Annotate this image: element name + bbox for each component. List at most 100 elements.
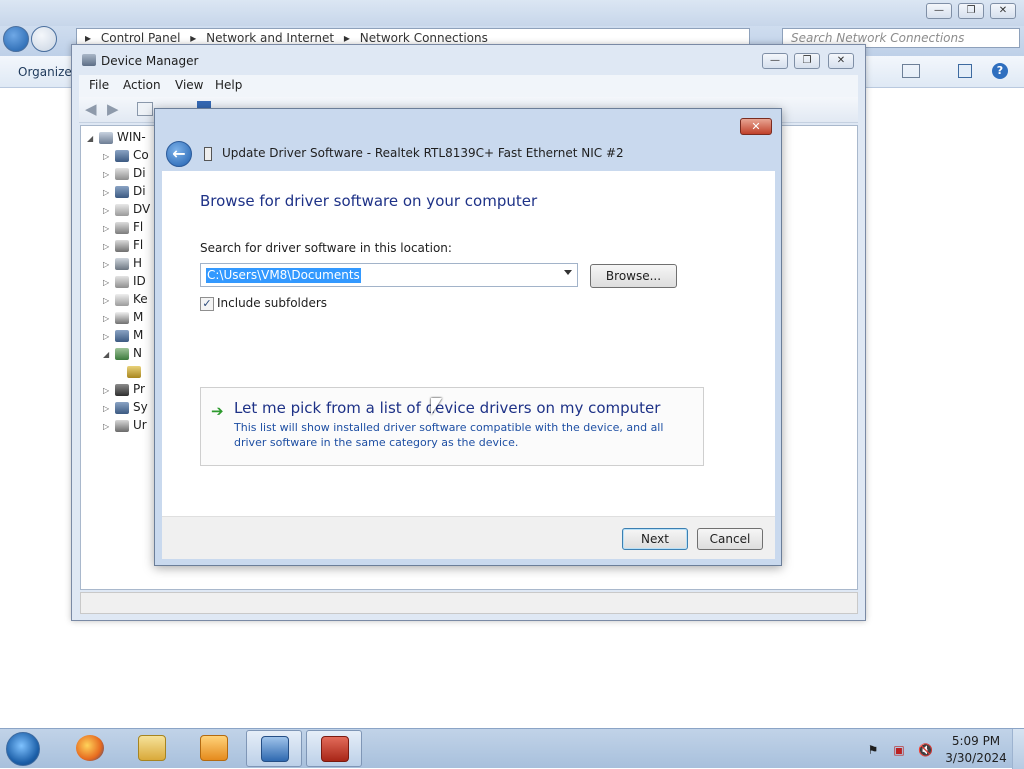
tree-root-label: WIN- — [117, 130, 146, 144]
preview-pane-icon[interactable] — [958, 64, 972, 78]
taskbar-device-manager[interactable] — [306, 730, 362, 767]
tree-item-label: Sy — [133, 400, 148, 414]
toolbar-back-icon[interactable]: ◀ — [85, 100, 97, 118]
device-manager-status-bar — [80, 592, 858, 614]
tree-item-label: ID — [133, 274, 146, 288]
tree-item-label: Di — [133, 166, 146, 180]
expand-icon[interactable]: ▷ — [103, 418, 113, 436]
collapse-icon[interactable]: ◢ — [87, 130, 97, 148]
floppy-controller-icon — [115, 239, 129, 252]
dvd-drive-icon — [115, 203, 129, 216]
action-center-flag-icon[interactable]: ⚑ — [866, 743, 880, 757]
tree-item[interactable]: ▷ DV — [103, 200, 150, 218]
dialog-body: Browse for driver software on your compu… — [162, 171, 775, 517]
tree-item[interactable]: ▷ Ur — [103, 416, 147, 434]
menu-action[interactable]: Action — [123, 78, 161, 92]
pick-from-list-command-link[interactable]: ➔ Let me pick from a list of device driv… — [200, 387, 704, 466]
tree-item[interactable]: ▷ ID — [103, 272, 146, 290]
tree-item[interactable]: ◢ N — [103, 344, 142, 362]
breadcrumb-network-and-internet[interactable]: Network and Internet — [206, 31, 334, 45]
menu-file[interactable]: File — [89, 78, 109, 92]
dm-maximize-button[interactable]: ❐ — [794, 53, 820, 69]
taskbar-explorer[interactable] — [124, 730, 180, 767]
toolbar-forward-icon[interactable]: ▶ — [107, 100, 119, 118]
show-desktop-button[interactable] — [1012, 729, 1024, 769]
next-button[interactable]: Next — [622, 528, 688, 550]
explorer-forward-button[interactable] — [31, 26, 57, 52]
dm-close-button[interactable]: ✕ — [828, 53, 854, 69]
taskbar-media-player[interactable] — [186, 730, 242, 767]
clock-date[interactable]: 3/30/2024 — [944, 751, 1008, 765]
help-icon[interactable]: ? — [992, 63, 1008, 79]
menu-view[interactable]: View — [175, 78, 203, 92]
tree-item[interactable]: ▷ Co — [103, 146, 149, 164]
explorer-minimize-button[interactable]: — — [926, 3, 952, 19]
notification-area: ⚑ ▣ 🔇 — [862, 734, 942, 764]
ide-controller-icon — [115, 275, 129, 288]
network-disconnected-icon[interactable]: ▣ — [892, 743, 906, 757]
start-button[interactable] — [6, 732, 40, 766]
tree-item-label: N — [133, 346, 142, 360]
dialog-title: Update Driver Software - Realtek RTL8139… — [222, 146, 624, 160]
dialog-close-button[interactable]: ✕ — [740, 118, 772, 135]
tree-item[interactable]: ▷ Di — [103, 182, 146, 200]
tree-item-label: Pr — [133, 382, 145, 396]
hid-icon — [115, 257, 129, 270]
floppy-icon — [115, 221, 129, 234]
device-manager-app-icon — [82, 54, 96, 66]
breadcrumb-control-panel[interactable]: Control Panel — [101, 31, 181, 45]
tree-item[interactable]: ▷ Di — [103, 164, 146, 182]
taskbar-network-connections[interactable] — [246, 730, 302, 767]
tree-item[interactable]: ▷ Fl — [103, 236, 143, 254]
monitor-icon — [115, 329, 129, 342]
network-adapter-icon — [115, 347, 129, 360]
volume-muted-icon[interactable]: 🔇 — [918, 743, 933, 757]
tree-item[interactable]: ▷ Ke — [103, 290, 148, 308]
cancel-button[interactable]: Cancel — [697, 528, 763, 550]
media-player-icon — [200, 735, 228, 761]
tree-item-label: Ur — [133, 418, 147, 432]
tree-item[interactable]: ▷ M — [103, 308, 143, 326]
tree-item-label: Co — [133, 148, 149, 162]
tree-root[interactable]: ◢ WIN- — [87, 128, 146, 146]
tree-item-label: M — [133, 328, 144, 342]
explorer-maximize-button[interactable]: ❐ — [958, 3, 984, 19]
driver-path-combobox[interactable]: C:\Users\VM8\Documents — [200, 263, 578, 287]
pick-from-list-description: This list will show installed driver sof… — [234, 421, 664, 449]
organize-button[interactable]: Organize — [18, 65, 72, 79]
mouse-cursor-icon — [431, 398, 442, 415]
tree-item[interactable]: ▷ Sy — [103, 398, 148, 416]
tree-item-label: DV — [133, 202, 151, 216]
breadcrumb-network-connections[interactable]: Network Connections — [360, 31, 488, 45]
pick-from-list-title[interactable]: Let me pick from a list of device driver… — [234, 399, 660, 417]
dialog-back-button[interactable]: ← — [166, 141, 192, 167]
explorer-back-button[interactable] — [3, 26, 29, 52]
change-view-icon[interactable] — [902, 64, 920, 78]
usb-icon — [115, 419, 129, 432]
firefox-icon — [76, 735, 104, 761]
computer-device-icon — [115, 149, 129, 162]
mouse-icon — [115, 311, 129, 324]
network-adapter-warning-icon — [127, 365, 141, 378]
dropdown-arrow-icon[interactable] — [564, 270, 572, 275]
menu-help[interactable]: Help — [215, 78, 242, 92]
driver-path-value[interactable]: C:\Users\VM8\Documents — [206, 268, 361, 283]
tree-item[interactable]: ▷ M — [103, 326, 143, 344]
dialog-header: ← Update Driver Software - Realtek RTL81… — [162, 137, 775, 171]
toolbar-properties-icon[interactable] — [137, 102, 153, 116]
tree-item-child[interactable] — [125, 362, 145, 380]
dialog-footer: Next Cancel — [162, 517, 775, 559]
clock-time[interactable]: 5:09 PM — [948, 734, 1004, 748]
tree-item[interactable]: ▷ Fl — [103, 218, 143, 236]
breadcrumb-separator-icon: ▸ — [343, 31, 350, 45]
include-subfolders-label[interactable]: Include subfolders — [217, 296, 327, 310]
include-subfolders-checkbox[interactable]: ✓ — [200, 297, 214, 311]
tree-item[interactable]: ▷ H — [103, 254, 142, 272]
taskbar-firefox[interactable] — [62, 730, 118, 767]
dm-minimize-button[interactable]: — — [762, 53, 788, 69]
explorer-close-button[interactable]: ✕ — [990, 3, 1016, 19]
system-devices-icon — [115, 401, 129, 414]
collapse-icon[interactable]: ◢ — [103, 346, 113, 364]
tree-item[interactable]: ▷ Pr — [103, 380, 145, 398]
browse-button[interactable]: Browse... — [590, 264, 677, 288]
